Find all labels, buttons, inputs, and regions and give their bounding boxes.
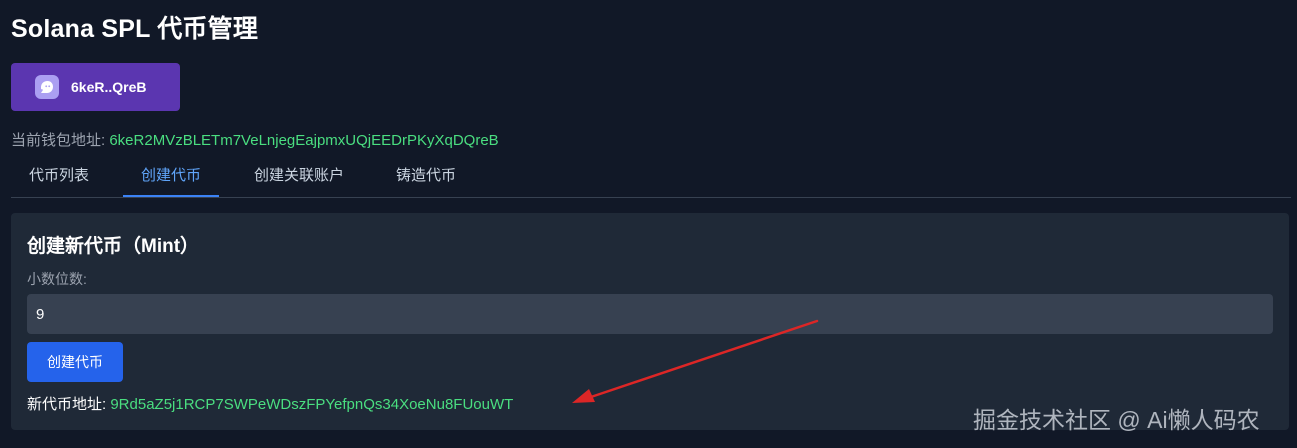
tabs: 代币列表 创建代币 创建关联账户 铸造代币 bbox=[11, 157, 1291, 198]
current-wallet-address-label: 当前钱包地址: bbox=[11, 132, 106, 149]
tab-create-associated-account[interactable]: 创建关联账户 bbox=[240, 157, 358, 197]
ghost-icon bbox=[35, 75, 59, 99]
tab-token-list[interactable]: 代币列表 bbox=[11, 157, 107, 197]
tab-create-token[interactable]: 创建代币 bbox=[123, 157, 219, 197]
spl-token-manager-page: Solana SPL 代币管理 6keR..QreB 当前钱包地址: 6keR2… bbox=[0, 0, 1297, 448]
wallet-address-short: 6keR..QreB bbox=[71, 79, 147, 95]
create-mint-panel: 创建新代币（Mint） 小数位数: 创建代币 新代币地址: 9Rd5aZ5j1R… bbox=[11, 213, 1289, 430]
create-mint-title: 创建新代币（Mint） bbox=[27, 236, 200, 257]
current-wallet-address: 6keR2MVzBLETm7VeLnjegEajpmxUQjEEDrPKyXqD… bbox=[109, 132, 499, 149]
decimals-label: 小数位数: bbox=[27, 271, 87, 287]
page-title: Solana SPL 代币管理 bbox=[11, 15, 259, 43]
new-token-address: 9Rd5aZ5j1RCP7SWPeWDszFPYefpnQs34XoeNu8FU… bbox=[110, 396, 514, 413]
create-token-button[interactable]: 创建代币 bbox=[27, 342, 123, 382]
new-token-address-row: 新代币地址: 9Rd5aZ5j1RCP7SWPeWDszFPYefpnQs34X… bbox=[27, 393, 513, 414]
new-token-address-label: 新代币地址: bbox=[27, 396, 107, 413]
wallet-button[interactable]: 6keR..QreB bbox=[11, 63, 180, 111]
watermark: 掘金技术社区 @ Ai懒人码农 bbox=[973, 407, 1260, 433]
decimals-input[interactable] bbox=[27, 294, 1273, 334]
current-wallet-address-row: 当前钱包地址: 6keR2MVzBLETm7VeLnjegEajpmxUQjEE… bbox=[11, 129, 499, 150]
tab-mint-token[interactable]: 铸造代币 bbox=[378, 157, 474, 197]
